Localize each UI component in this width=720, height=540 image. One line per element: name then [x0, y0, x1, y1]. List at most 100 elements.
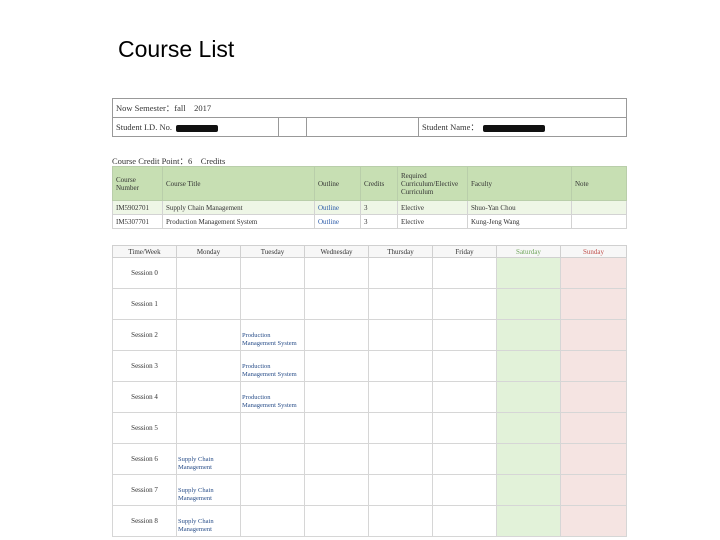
- timetable-cell-thursday: [368, 257, 433, 289]
- timetable-cell-tuesday[interactable]: Production Management System: [240, 381, 305, 413]
- timetable-cell-friday: [432, 257, 497, 289]
- column-header-note: Note: [571, 166, 627, 201]
- timetable-cell-wednesday: [304, 257, 369, 289]
- table-row: Session 4 Production Management System: [112, 381, 627, 413]
- column-header-friday: Friday: [432, 245, 497, 258]
- course-title: Production Management System: [162, 214, 315, 229]
- session-label: Session 3: [112, 350, 177, 382]
- timetable-cell-saturday: [496, 474, 561, 506]
- timetable-cell-monday: [176, 381, 241, 413]
- session-label: Session 1: [112, 288, 177, 320]
- timetable-cell-monday[interactable]: Supply Chain Management: [176, 474, 241, 506]
- timetable-cell-tuesday: [240, 257, 305, 289]
- timetable-cell-monday: [176, 319, 241, 351]
- empty-cell: [278, 117, 307, 137]
- table-row: Session 3 Production Management System: [112, 350, 627, 382]
- course-note: [571, 214, 627, 229]
- table-row: IM5307701 Production Management System O…: [112, 214, 627, 229]
- timetable-cell-monday: [176, 412, 241, 444]
- timetable-cell-monday[interactable]: Supply Chain Management: [176, 443, 241, 475]
- timetable-cell-tuesday: [240, 474, 305, 506]
- column-header-credits: Credits: [360, 166, 398, 201]
- timetable-cell-tuesday: [240, 412, 305, 444]
- timetable-cell-saturday: [496, 319, 561, 351]
- timetable-cell-sunday: [560, 350, 627, 382]
- session-label: Session 8: [112, 505, 177, 537]
- redacted-student-id: [176, 124, 219, 132]
- table-row: Session 2 Production Management System: [112, 319, 627, 351]
- timetable-header: Time/Week Monday Tuesday Wednesday Thurs…: [112, 245, 627, 258]
- timetable-cell-wednesday: [304, 505, 369, 537]
- timetable-cell-friday: [432, 505, 497, 537]
- timetable-cell-tuesday[interactable]: Production Management System: [240, 350, 305, 382]
- course-table-header: Course Number Course Title Outline Credi…: [112, 166, 627, 201]
- semester-row: Now Semester：fall 2017: [111, 98, 628, 118]
- session-label: Session 6: [112, 443, 177, 475]
- timetable-cell-tuesday: [240, 443, 305, 475]
- timetable-cell-friday: [432, 350, 497, 382]
- timetable-cell-sunday: [560, 288, 627, 320]
- empty-cell: [306, 117, 419, 137]
- course-faculty: Shuo-Yan Chou: [467, 200, 572, 215]
- table-row: Session 1: [112, 288, 627, 320]
- timetable-cell-friday: [432, 412, 497, 444]
- table-row: Session 8 Supply Chain Management: [112, 505, 627, 537]
- column-header-outline: Outline: [314, 166, 361, 201]
- outline-link[interactable]: Outline: [314, 214, 361, 229]
- column-header-course-number: Course Number: [112, 166, 163, 201]
- student-info-table: Now Semester：fall 2017 Student I.D. No. …: [111, 98, 628, 137]
- column-header-required-elective: Required Curriculum/Elective Curriculum: [397, 166, 468, 201]
- table-row: IM5902701 Supply Chain Management Outlin…: [112, 200, 627, 215]
- timetable-cell-saturday: [496, 350, 561, 382]
- session-label: Session 4: [112, 381, 177, 413]
- table-row: Session 5: [112, 412, 627, 444]
- timetable-cell-thursday: [368, 288, 433, 320]
- timetable-cell-tuesday[interactable]: Production Management System: [240, 319, 305, 351]
- student-id-label: Student I.D. No.: [116, 122, 172, 132]
- course-title: Supply Chain Management: [162, 200, 315, 215]
- table-row: Session 7 Supply Chain Management: [112, 474, 627, 506]
- timetable-cell-friday: [432, 474, 497, 506]
- timetable-cell-sunday: [560, 443, 627, 475]
- student-row: Student I.D. No. Student Name：: [112, 117, 628, 137]
- course-number: IM5902701: [112, 200, 163, 215]
- timetable-cell-thursday: [368, 443, 433, 475]
- timetable-cell-sunday: [560, 381, 627, 413]
- course-credits: 3: [360, 200, 398, 215]
- timetable-cell-saturday: [496, 381, 561, 413]
- column-header-saturday: Saturday: [496, 245, 561, 258]
- timetable-cell-monday[interactable]: Supply Chain Management: [176, 505, 241, 537]
- timetable-cell-sunday: [560, 257, 627, 289]
- timetable-cell-saturday: [496, 288, 561, 320]
- course-type: Elective: [397, 200, 468, 215]
- timetable-cell-friday: [432, 319, 497, 351]
- timetable-cell-wednesday: [304, 412, 369, 444]
- timetable-cell-friday: [432, 381, 497, 413]
- timetable-cell-wednesday: [304, 381, 369, 413]
- course-faculty: Kung-Jeng Wang: [467, 214, 572, 229]
- course-table: Course Number Course Title Outline Credi…: [112, 166, 627, 229]
- redacted-student-name: [483, 124, 546, 132]
- timetable-cell-saturday: [496, 443, 561, 475]
- timetable-cell-friday: [432, 443, 497, 475]
- session-label: Session 5: [112, 412, 177, 444]
- column-header-faculty: Faculty: [467, 166, 572, 201]
- timetable-cell-thursday: [368, 381, 433, 413]
- timetable-cell-thursday: [368, 350, 433, 382]
- column-header-time-week: Time/Week: [112, 245, 177, 258]
- timetable-cell-wednesday: [304, 350, 369, 382]
- column-header-wednesday: Wednesday: [304, 245, 369, 258]
- column-header-monday: Monday: [176, 245, 241, 258]
- table-row: Session 6 Supply Chain Management: [112, 443, 627, 475]
- course-type: Elective: [397, 214, 468, 229]
- timetable-cell-sunday: [560, 319, 627, 351]
- timetable-cell-monday: [176, 257, 241, 289]
- timetable-cell-saturday: [496, 257, 561, 289]
- timetable-cell-wednesday: [304, 443, 369, 475]
- session-label: Session 7: [112, 474, 177, 506]
- timetable-cell-wednesday: [304, 474, 369, 506]
- column-header-tuesday: Tuesday: [240, 245, 305, 258]
- session-label: Session 0: [112, 257, 177, 289]
- outline-link[interactable]: Outline: [314, 200, 361, 215]
- timetable-cell-tuesday: [240, 505, 305, 537]
